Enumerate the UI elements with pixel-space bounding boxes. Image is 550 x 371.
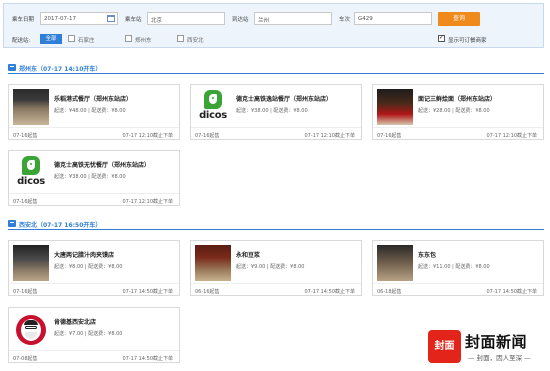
order-deadline: 07-17 14:50截止下单 [122, 289, 173, 295]
restaurant-photo [377, 245, 413, 281]
card-meta: 07-16起售 07-17 12:10截止下单 [191, 127, 361, 140]
restaurant-card[interactable]: 大唐两记腊汁肉夹馍店 起送：¥8.00 | 配送费：¥8.00 07-16起售 … [8, 240, 180, 296]
sale-start: 07-08起售 [13, 356, 38, 362]
restaurant-card[interactable]: 面记三鲜烩面（郑州东站店） 起送：¥28.00 | 配送费：¥8.00 07-1… [372, 84, 544, 140]
restaurant-photo [13, 245, 49, 281]
restaurant-photo [377, 89, 413, 125]
bookable-only-checkbox[interactable] [438, 34, 445, 42]
card-meta: 07-16起售 07-17 14:50截止下单 [9, 283, 179, 296]
restaurant-name: 永和豆浆 [236, 252, 261, 259]
restaurant-name: 德克士高铁无忧餐厅（郑州东站店） [54, 162, 151, 169]
kfc-logo [13, 312, 49, 348]
order-deadline: 07-17 14:50截止下单 [304, 289, 355, 295]
filter-label-zhengzhoudong: 郑州东 [135, 38, 152, 44]
dicos-logo-icon [204, 90, 222, 109]
to-station-input[interactable]: 兰州 [254, 12, 332, 25]
restaurant-name: 德克士高铁逸站餐厅（郑州东站店） [236, 96, 333, 103]
kfc-logo-glasses [25, 326, 37, 329]
sale-start: 07-16起售 [13, 133, 38, 139]
from-station-value: 北京 [151, 18, 163, 24]
section-header-zhengzhoudong: 郑州东（07-17 14:10开车） [8, 62, 544, 74]
filter-checkbox-shijiazhuang[interactable] [68, 35, 75, 42]
sale-start: 07-16起售 [13, 199, 38, 205]
order-deadline: 07-17 12:10截止下单 [122, 133, 173, 139]
restaurant-price: 起送：¥11.00 | 配送费：¥8.00 [418, 264, 490, 270]
date-label: 乘车日期 [12, 17, 35, 23]
restaurant-price: 起送：¥7.00 | 配送费：¥8.00 [54, 331, 123, 337]
date-input[interactable]: 2017-07-17 [40, 12, 118, 25]
sale-start: 07-16起售 [195, 133, 220, 139]
restaurant-price: 起送：¥8.00 | 配送费：¥8.00 [54, 264, 123, 270]
restaurant-card[interactable]: dicos 德克士高铁无忧餐厅（郑州东站店） 起送：¥38.00 | 配送费：¥… [8, 150, 180, 206]
filter-label-xianbei: 西安北 [187, 38, 204, 44]
train-number-input[interactable]: G429 [354, 12, 432, 25]
date-value: 2017-07-17 [44, 16, 76, 22]
train-icon [8, 64, 16, 71]
restaurant-card[interactable]: 肯德基西安北店 起送：¥7.00 | 配送费：¥8.00 07-08起售 07-… [8, 307, 180, 363]
restaurant-name: 乐稻港式餐厅（郑州东站店） [54, 96, 133, 103]
card-meta: 06-16起售 07-17 14:50截止下单 [191, 283, 361, 296]
restaurant-card[interactable]: dicos 德克士高铁逸站餐厅（郑州东站店） 起送：¥38.00 | 配送费：¥… [190, 84, 362, 140]
bookable-only-label: 显示可订餐商家 [448, 38, 487, 44]
station-filter: 配送站: 全部 石家庄 郑州东 西安北 显示可订餐商家 [4, 32, 543, 46]
card-meta: 07-16起售 07-17 12:10截止下单 [9, 127, 179, 140]
restaurant-card[interactable]: 永和豆浆 起送：¥9.00 | 配送费：¥8.00 06-16起售 07-17 … [190, 240, 362, 296]
card-meta: 07-16起售 07-17 12:10截止下单 [373, 127, 543, 140]
restaurant-price: 起送：¥28.00 | 配送费：¥8.00 [418, 108, 490, 114]
dicos-logo: dicos [13, 155, 49, 191]
dicos-logo-icon [22, 156, 40, 175]
sale-start: 07-16起售 [13, 289, 38, 295]
restaurant-photo [195, 245, 231, 281]
restaurant-name: 大唐两记腊汁肉夹馍店 [54, 252, 115, 259]
watermark-logo: 封面 [428, 330, 461, 363]
restaurant-price: 起送：¥38.00 | 配送费：¥8.00 [54, 174, 126, 180]
section-title: 西安北（07-17 16:50开车） [19, 222, 102, 229]
card-meta: 07-08起售 07-17 14:50截止下单 [9, 350, 179, 363]
calendar-icon[interactable] [107, 15, 115, 22]
train-icon [8, 220, 16, 227]
restaurant-photo [13, 89, 49, 125]
sale-start: 07-16起售 [377, 133, 402, 139]
restaurant-name: 肯德基西安北店 [54, 319, 97, 326]
section-title: 郑州东（07-17 14:10开车） [19, 66, 102, 73]
filter-label: 配送站: [12, 38, 31, 44]
search-panel: 乘车日期 2017-07-17 乘车站 北京 到达站 兰州 车次 G429 查询… [3, 3, 544, 48]
filter-all-button[interactable]: 全部 [40, 34, 62, 44]
to-station-value: 兰州 [258, 18, 270, 24]
card-meta: 06-18起售 07-17 14:50截止下单 [373, 283, 543, 296]
from-station-input[interactable]: 北京 [147, 12, 225, 25]
kfc-logo-hair [24, 320, 38, 325]
filter-label-shijiazhuang: 石家庄 [78, 38, 95, 44]
dicos-logo: dicos [195, 89, 231, 125]
card-meta: 07-16起售 07-17 12:10截止下单 [9, 193, 179, 206]
news-watermark: 封面 封面新闻 — 封面，因人至深 — [428, 330, 548, 366]
sale-start: 06-16起售 [195, 289, 220, 295]
sale-start: 06-18起售 [377, 289, 402, 295]
order-deadline: 07-17 12:10截止下单 [486, 133, 537, 139]
train-number-value: G429 [358, 16, 373, 22]
restaurant-price: 起送：¥48.00 | 配送费：¥8.00 [54, 108, 126, 114]
filter-checkbox-zhengzhoudong[interactable] [125, 35, 132, 42]
to-station-label: 到达站 [232, 17, 249, 23]
restaurant-card[interactable]: 东东包 起送：¥11.00 | 配送费：¥8.00 06-18起售 07-17 … [372, 240, 544, 296]
section-header-xianbei: 西安北（07-17 16:50开车） [8, 218, 544, 230]
order-deadline: 07-17 14:50截止下单 [486, 289, 537, 295]
dicos-logo-text: dicos [17, 176, 45, 187]
restaurant-name: 面记三鲜烩面（郑州东站店） [418, 96, 497, 103]
order-deadline: 07-17 12:10截止下单 [304, 133, 355, 139]
dicos-logo-text: dicos [199, 110, 227, 121]
from-station-label: 乘车站 [125, 17, 142, 23]
watermark-slogan: — 封面，因人至深 — [468, 354, 531, 362]
watermark-title: 封面新闻 [465, 333, 528, 351]
order-deadline: 07-17 14:50截止下单 [122, 356, 173, 362]
restaurant-price: 起送：¥9.00 | 配送费：¥8.00 [236, 264, 305, 270]
train-label: 车次 [339, 17, 351, 23]
restaurant-price: 起送：¥38.00 | 配送费：¥8.00 [236, 108, 308, 114]
filter-checkbox-xianbei[interactable] [177, 35, 184, 42]
restaurant-card[interactable]: 乐稻港式餐厅（郑州东站店） 起送：¥48.00 | 配送费：¥8.00 07-1… [8, 84, 180, 140]
query-button[interactable]: 查询 [438, 12, 480, 26]
restaurant-name: 东东包 [418, 252, 437, 259]
order-deadline: 07-17 12:10截止下单 [122, 199, 173, 205]
